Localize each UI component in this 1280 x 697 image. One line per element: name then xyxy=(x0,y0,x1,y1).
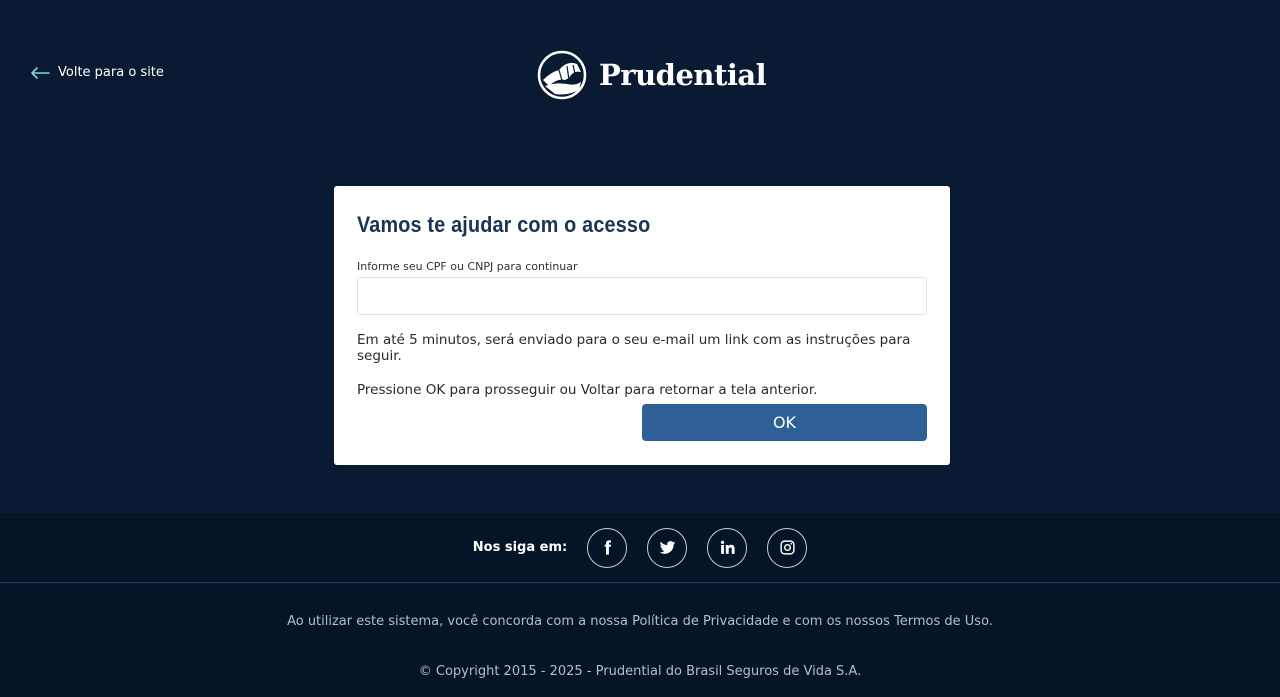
linkedin-icon xyxy=(720,540,735,554)
rock-logo-icon xyxy=(537,50,587,100)
twitter-icon xyxy=(659,541,676,554)
legal-footer: Ao utilizar este sistema, você concorda … xyxy=(0,584,1280,697)
back-to-site-label: Volte para o site xyxy=(58,65,164,80)
facebook-icon xyxy=(604,540,611,555)
follow-label: Nos siga em: xyxy=(472,540,568,555)
cpf-cnpj-label: Informe seu CPF ou CNPJ para continuar xyxy=(357,260,578,273)
terms-notice: Ao utilizar este sistema, você concorda … xyxy=(287,614,993,629)
instruction-message: Pressione OK para prosseguir ou Voltar p… xyxy=(357,382,818,398)
prudential-logo: Prudential xyxy=(537,50,767,100)
linkedin-link[interactable] xyxy=(707,527,748,568)
access-help-card: Vamos te ajudar com o acesso Informe seu… xyxy=(334,186,950,465)
back-to-site-link[interactable]: Volte para o site xyxy=(30,65,164,80)
brand-name: Prudential xyxy=(599,58,767,92)
arrow-left-icon xyxy=(31,66,50,79)
email-info-message: Em até 5 minutos, será enviado para o se… xyxy=(357,332,911,364)
facebook-link[interactable] xyxy=(587,527,628,568)
social-footer: Nos siga em: xyxy=(0,513,1280,583)
instagram-link[interactable] xyxy=(767,527,808,568)
twitter-link[interactable] xyxy=(647,527,688,568)
ok-button[interactable]: OK xyxy=(642,404,927,441)
copyright-text: © Copyright 2015 - 2025 - Prudential do … xyxy=(418,664,862,679)
social-links xyxy=(587,527,808,568)
cpf-cnpj-input[interactable] xyxy=(357,277,927,315)
instagram-icon xyxy=(780,540,795,555)
card-title: Vamos te ajudar com o acesso xyxy=(357,212,651,237)
